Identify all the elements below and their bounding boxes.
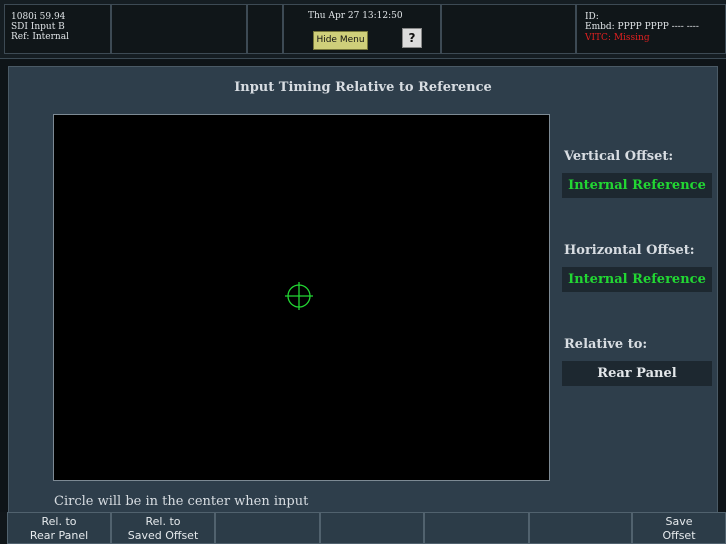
save-offset-button[interactable]: Save Offset bbox=[632, 512, 726, 544]
status-bar: 1080i 59.94 SDI Input B Ref: Internal Th… bbox=[0, 0, 726, 59]
status-cell-empty-3 bbox=[441, 4, 576, 54]
horizontal-offset-label: Horizontal Offset: bbox=[564, 243, 695, 258]
horizontal-offset-value: Internal Reference bbox=[562, 267, 712, 292]
softkey-3[interactable] bbox=[215, 512, 320, 544]
softkey-bar: Rel. to Rear Panel Rel. to Saved Offset … bbox=[0, 512, 726, 544]
softkey-label-line1: Save bbox=[665, 515, 693, 528]
page-title: Input Timing Relative to Reference bbox=[234, 80, 492, 95]
help-button[interactable]: ? bbox=[402, 28, 422, 48]
id-label: ID: bbox=[585, 12, 599, 22]
input-source: SDI Input B bbox=[11, 22, 65, 32]
softkey-label-line2: Rear Panel bbox=[29, 529, 89, 542]
relative-to-value: Rear Panel bbox=[562, 361, 712, 386]
softkey-label-line1: Rel. to bbox=[41, 515, 77, 528]
date-time: Thu Apr 27 13:12:50 bbox=[308, 11, 403, 21]
timing-target-icon bbox=[285, 282, 313, 310]
embedded-audio-status: Embd: PPPP PPPP ---- ---- bbox=[585, 22, 699, 32]
relative-to-label: Relative to: bbox=[564, 337, 648, 352]
vertical-offset-label: Vertical Offset: bbox=[564, 149, 674, 164]
softkey-label-line2: Saved Offset bbox=[127, 529, 199, 542]
softkey-4[interactable] bbox=[320, 512, 424, 544]
softkey-label-line2: Offset bbox=[662, 529, 696, 542]
rel-to-rear-panel-button[interactable]: Rel. to Rear Panel bbox=[7, 512, 111, 544]
instruction-note: Circle will be in the center when input bbox=[54, 494, 309, 509]
reference-source: Ref: Internal bbox=[11, 32, 69, 42]
signal-status-cell: 1080i 59.94 SDI Input B Ref: Internal bbox=[4, 4, 111, 54]
vitc-status: VITC: Missing bbox=[585, 33, 650, 43]
status-cell-empty-2 bbox=[247, 4, 283, 54]
rel-to-saved-offset-button[interactable]: Rel. to Saved Offset bbox=[111, 512, 215, 544]
softkey-5[interactable] bbox=[424, 512, 529, 544]
timecode-cell: ID: Embd: PPPP PPPP ---- ---- VITC: Miss… bbox=[576, 4, 726, 54]
status-cell-empty-1 bbox=[111, 4, 247, 54]
video-format: 1080i 59.94 bbox=[11, 12, 66, 22]
softkey-label-line1: Rel. to bbox=[145, 515, 181, 528]
softkey-6[interactable] bbox=[529, 512, 632, 544]
hide-menu-button[interactable]: Hide Menu bbox=[313, 31, 368, 50]
vertical-offset-value: Internal Reference bbox=[562, 173, 712, 198]
